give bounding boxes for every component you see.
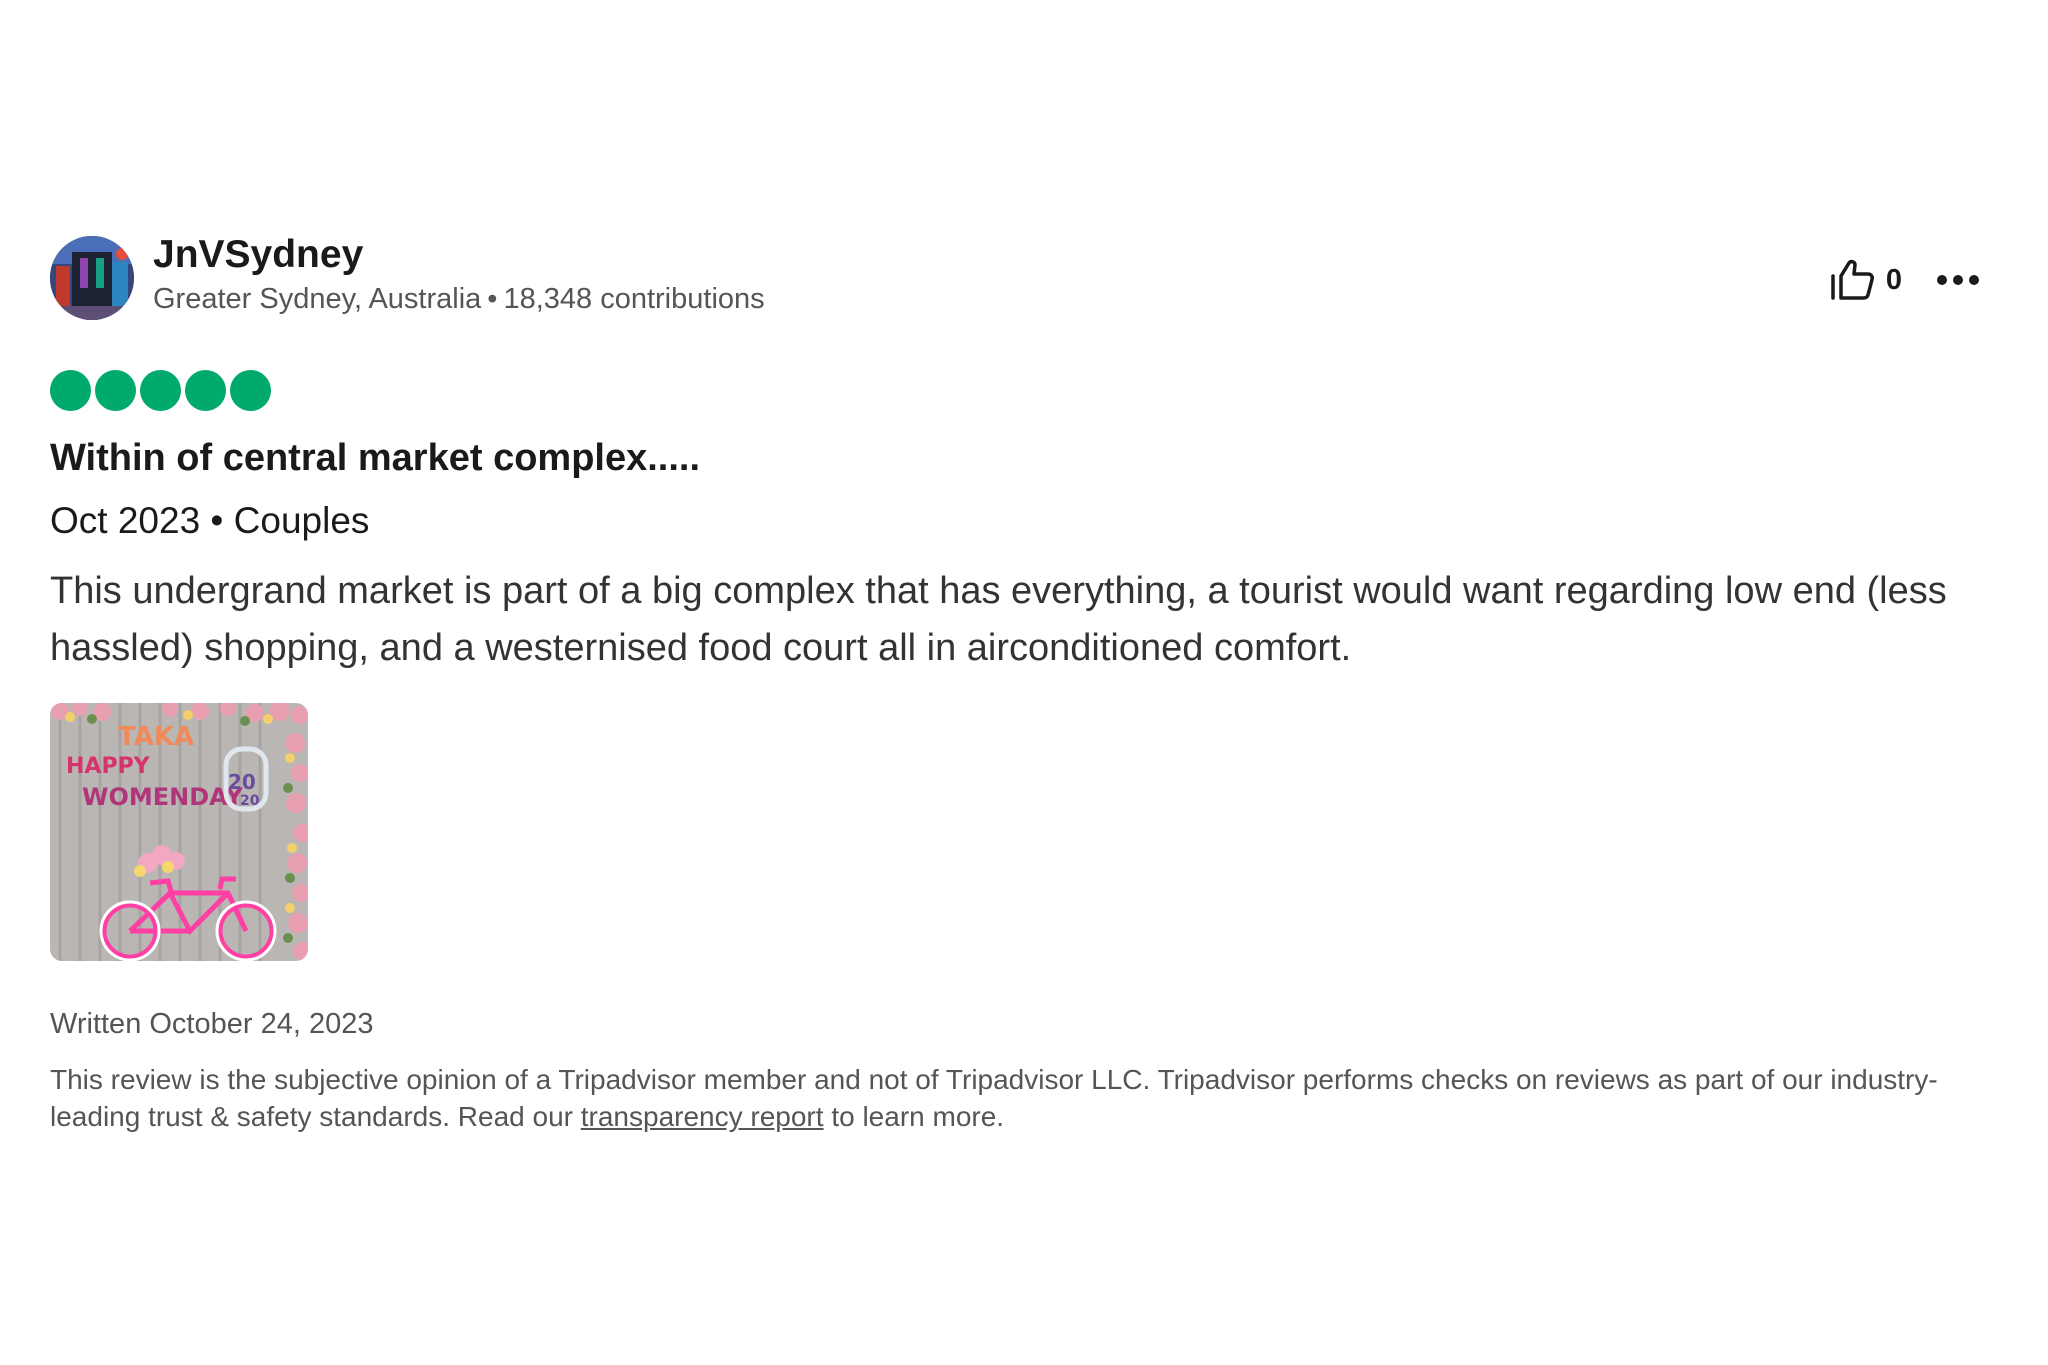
reviewer-name[interactable]: JnVSydney [153,232,765,278]
review-photo[interactable]: TAKA HAPPY WOMENDAY 20 20 [50,703,308,961]
rating-bubble [185,370,226,411]
photo-sign-text: HAPPY [66,754,151,779]
reviewer-meta: Greater Sydney, Australia • 18,348 contrib… [153,279,765,319]
meta-separator: • [487,283,498,315]
avatar-image [50,236,134,320]
review-actions: 0 [1830,258,1980,302]
rating-bubble [230,370,271,411]
rating-bubble [140,370,181,411]
reviewer-header: JnVSydney Greater Sydney, Australia • 18,3… [50,233,1980,320]
helpful-vote-button[interactable]: 0 [1830,259,1902,301]
photo-sign-text: 20 [240,793,260,809]
more-options-icon [1937,275,1979,285]
review-card: JnVSydney Greater Sydney, Australia • 18,3… [50,233,1980,1135]
photo-sign-text: 20 [228,770,256,794]
review-text: This undergrand market is part of a big … [50,570,1947,669]
review-disclaimer: This review is the subjective opinion of… [50,1061,1980,1135]
rating-bubble [50,370,91,411]
reviewer-info: JnVSydney Greater Sydney, Australia • 18,3… [153,233,765,319]
photo-sign-text: TAKA [118,722,194,752]
transparency-report-link[interactable]: transparency report [581,1101,824,1132]
disclaimer-text-end: to learn more. [823,1101,1005,1132]
helpful-count: 0 [1885,263,1902,296]
reviewer-location: Greater Sydney, Australia [153,283,482,315]
reviewer-contributions: 18,348 contributions [503,283,765,315]
review-photo-image: TAKA HAPPY WOMENDAY 20 20 [50,703,308,961]
rating-bubble [95,370,136,411]
review-title[interactable]: Within of central market complex..... [50,434,1980,482]
more-options-button[interactable] [1936,274,1980,286]
avatar[interactable] [50,236,134,320]
rating-bubbles [50,370,1980,414]
trip-date-type: Oct 2023 • Couples [50,500,370,541]
written-date: Written October 24, 2023 [50,1008,374,1040]
photo-sign-text: WOMENDAY [82,783,243,811]
thumbs-up-icon [1831,259,1874,300]
